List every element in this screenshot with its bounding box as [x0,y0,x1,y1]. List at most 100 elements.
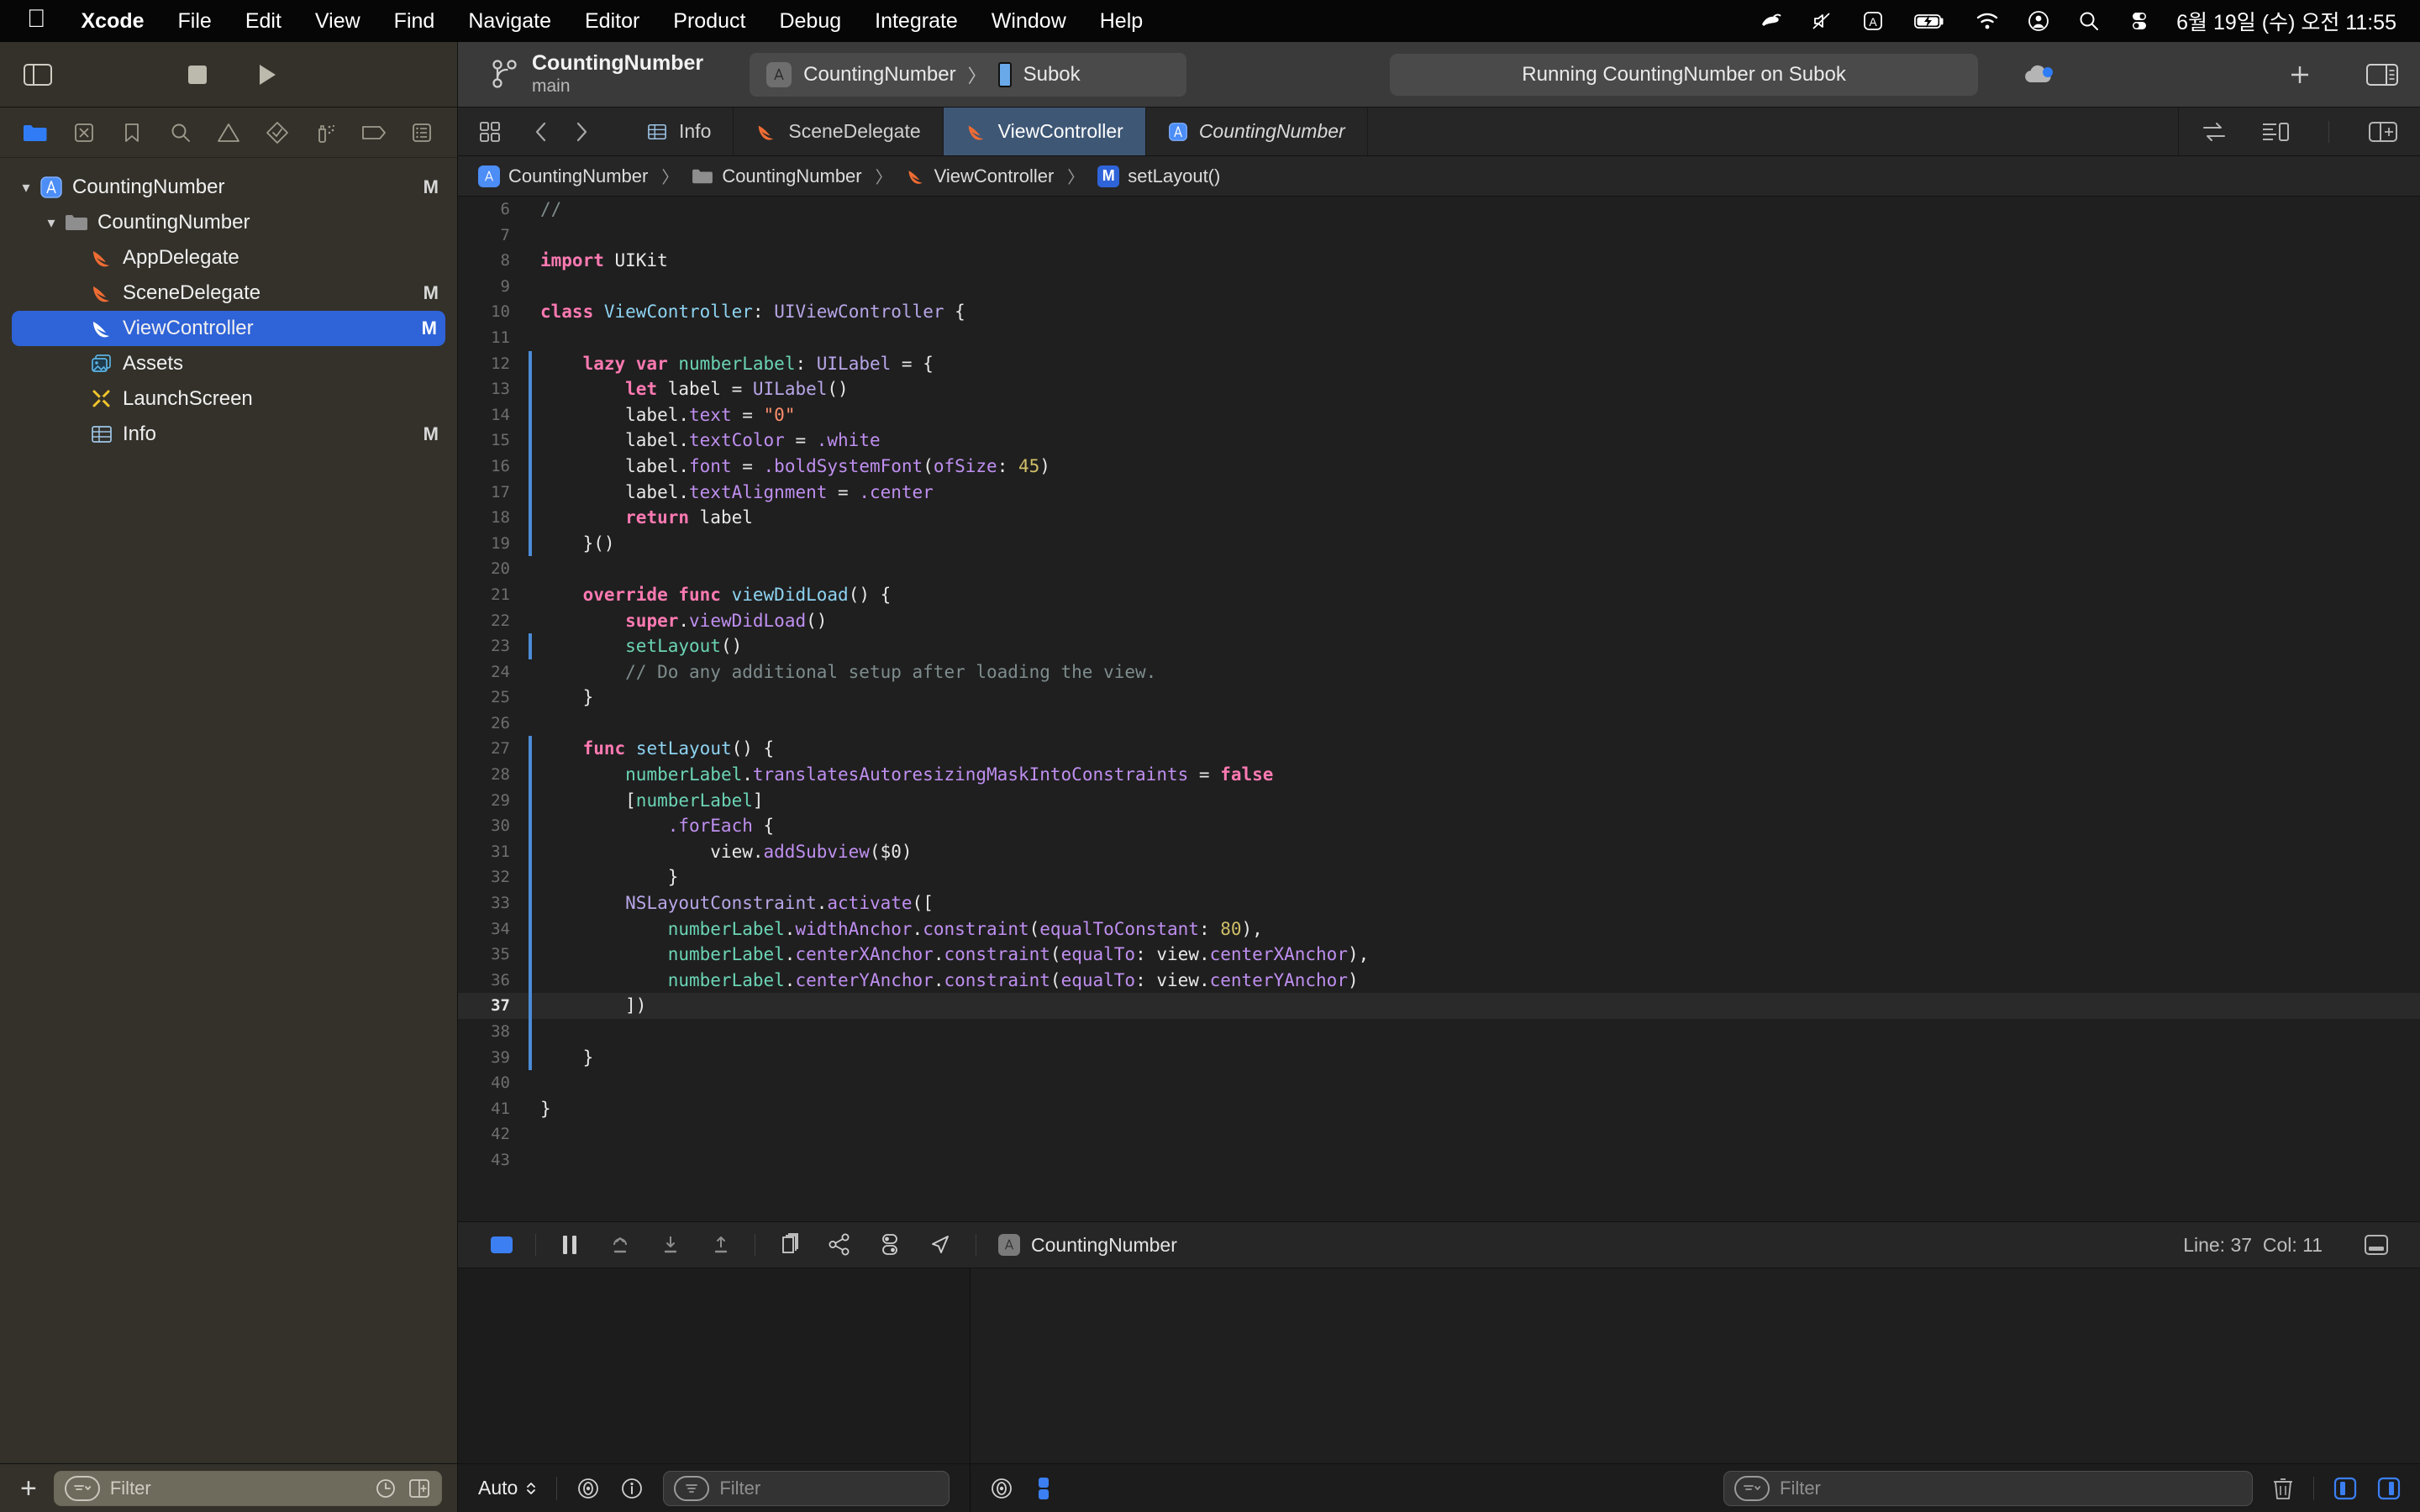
add-file-button[interactable]: + [15,1474,42,1503]
code-line[interactable]: 38 [458,1019,2420,1045]
code-line[interactable]: 30 .forEach { [458,813,2420,839]
menu-view[interactable]: View [298,9,377,34]
code-line[interactable]: 22 super.viewDidLoad() [458,608,2420,634]
run-button[interactable] [254,62,279,87]
tree-row-launchscreen[interactable]: LaunchScreen [0,381,457,417]
toggle-inspector-icon[interactable] [2366,62,2398,87]
code-line[interactable]: 24 // Do any additional setup after load… [458,659,2420,685]
breadcrumb-item-file[interactable]: ViewController [906,165,1054,187]
menu-file[interactable]: File [161,9,229,34]
debug-process-selector[interactable]: CountingNumber [998,1234,1177,1257]
view-hierarchy-button[interactable] [764,1233,814,1257]
code-line[interactable]: 25 } [458,685,2420,711]
source-control-navigator-icon[interactable] [67,122,101,144]
bookmark-navigator-icon[interactable] [115,122,149,144]
code-line[interactable]: 41} [458,1096,2420,1122]
wifi-icon[interactable] [1961,11,2013,31]
toggle-console-view-icon[interactable] [2376,1477,2402,1500]
cloud-status-icon[interactable] [2022,62,2055,87]
code-line[interactable]: 33 NSLayoutConstraint.activate([ [458,890,2420,916]
menu-help[interactable]: Help [1083,9,1160,34]
code-line[interactable]: 14 label.text = "0" [458,402,2420,428]
code-line[interactable]: 40 [458,1070,2420,1096]
variable-scope-selector[interactable]: Auto [478,1477,538,1499]
step-over-button[interactable] [595,1233,645,1257]
code-line[interactable]: 31 view.addSubview($0) [458,838,2420,865]
volume-mute-icon[interactable] [1797,10,1847,32]
code-line[interactable]: 39 } [458,1044,2420,1071]
step-out-button[interactable] [696,1233,746,1257]
menu-editor[interactable]: Editor [568,9,656,34]
scheme-selector[interactable]: CountingNumber main [490,52,703,97]
code-line[interactable]: 17 label.textAlignment = .center [458,479,2420,506]
code-line[interactable]: 21 override func viewDidLoad() { [458,582,2420,608]
user-account-icon[interactable] [2013,10,2064,32]
report-navigator-icon[interactable] [405,122,439,144]
recent-files-icon[interactable] [374,1477,397,1500]
related-items-icon[interactable] [470,120,510,144]
code-line[interactable]: 11 [458,325,2420,351]
filter-options-icon[interactable] [1734,1475,1770,1501]
breadcrumb-item-project[interactable]: CountingNumber [478,165,648,187]
tree-row-viewcontroller[interactable]: ViewController M [12,311,445,346]
menu-xcode[interactable]: Xcode [65,9,161,34]
pause-button[interactable] [544,1233,595,1257]
disclosure-triangle-icon[interactable]: ▾ [15,179,37,197]
menubar-clock[interactable]: 6월 19일 (수) 오전 11:55 [2165,6,2402,36]
code-line[interactable]: 34 numberLabel.widthAnchor.constraint(eq… [458,916,2420,942]
code-line[interactable]: 42 [458,1121,2420,1147]
hide-debug-area-icon[interactable] [476,1235,527,1255]
toggle-variables-view-icon[interactable] [2333,1477,2358,1500]
menu-find[interactable]: Find [377,9,452,34]
code-review-icon[interactable] [2201,121,2228,143]
code-line[interactable]: 29 [numberLabel] [458,787,2420,814]
console-filter-field[interactable]: Filter [1723,1470,2253,1506]
code-line[interactable]: 27 func setLayout() { [458,736,2420,763]
editor-tab-viewcontroller[interactable]: ViewController [943,108,1146,155]
editor-tab-scenedelegate[interactable]: SceneDelegate [734,108,944,155]
status-text[interactable]: Running CountingNumber on Subok [1390,53,1979,96]
variables-view[interactable] [458,1268,971,1463]
code-line[interactable]: 35 numberLabel.centerXAnchor.constraint(… [458,942,2420,968]
code-line[interactable]: 32 } [458,864,2420,891]
apple-menu-icon[interactable]:  [18,7,65,35]
code-line[interactable]: 36 numberLabel.centerYAnchor.constraint(… [458,967,2420,994]
watch-icon[interactable] [576,1476,601,1501]
variables-filter-field[interactable]: Filter [663,1470,950,1506]
toggle-navigator-icon[interactable] [24,63,74,87]
editor-tab-countingnumber[interactable]: CountingNumber [1146,108,1368,155]
code-line[interactable]: 7 [458,223,2420,249]
tree-row-countingnumber-folder[interactable]: ▾ CountingNumber [0,205,457,240]
code-line[interactable]: 20 [458,556,2420,582]
breadcrumb-item-symbol[interactable]: M setLayout() [1097,165,1220,187]
code-line[interactable]: 43 [458,1147,2420,1173]
disclosure-triangle-icon[interactable]: ▾ [40,214,62,232]
code-line[interactable]: 19 }() [458,530,2420,557]
project-navigator-icon[interactable] [18,123,52,143]
code-line[interactable]: 23 setLayout() [458,633,2420,659]
code-line[interactable]: 12 lazy var numberLabel: UILabel = { [458,350,2420,377]
simulate-location-button[interactable] [915,1233,965,1257]
source-control-filter-icon[interactable] [408,1478,431,1499]
environment-overrides-button[interactable] [865,1233,915,1257]
tree-row-info[interactable]: Info M [0,417,457,452]
add-icon[interactable] [2287,62,2312,87]
menu-window[interactable]: Window [975,9,1083,34]
spotlight-search-icon[interactable] [2064,10,2114,32]
code-line[interactable]: 6 // [458,197,2420,223]
step-into-button[interactable] [645,1233,696,1257]
input-source-a-icon[interactable]: A [1847,9,1899,33]
editor-tab-info[interactable]: Info [624,108,734,155]
menu-debug[interactable]: Debug [762,9,858,34]
debug-navigator-icon[interactable] [308,122,342,144]
breadcrumb-item-folder[interactable]: CountingNumber [692,165,862,187]
console-split-icon[interactable] [1033,1476,1055,1501]
tree-row-appdelegate[interactable]: AppDelegate [0,240,457,276]
filter-options-icon[interactable] [64,1475,100,1501]
toggle-console-icon[interactable] [2351,1234,2402,1256]
forward-icon[interactable] [561,120,602,144]
code-line[interactable]: 18 return label [458,505,2420,531]
stop-button[interactable] [185,62,210,87]
code-line[interactable]: 26 [458,711,2420,737]
memory-graph-button[interactable] [814,1233,865,1257]
